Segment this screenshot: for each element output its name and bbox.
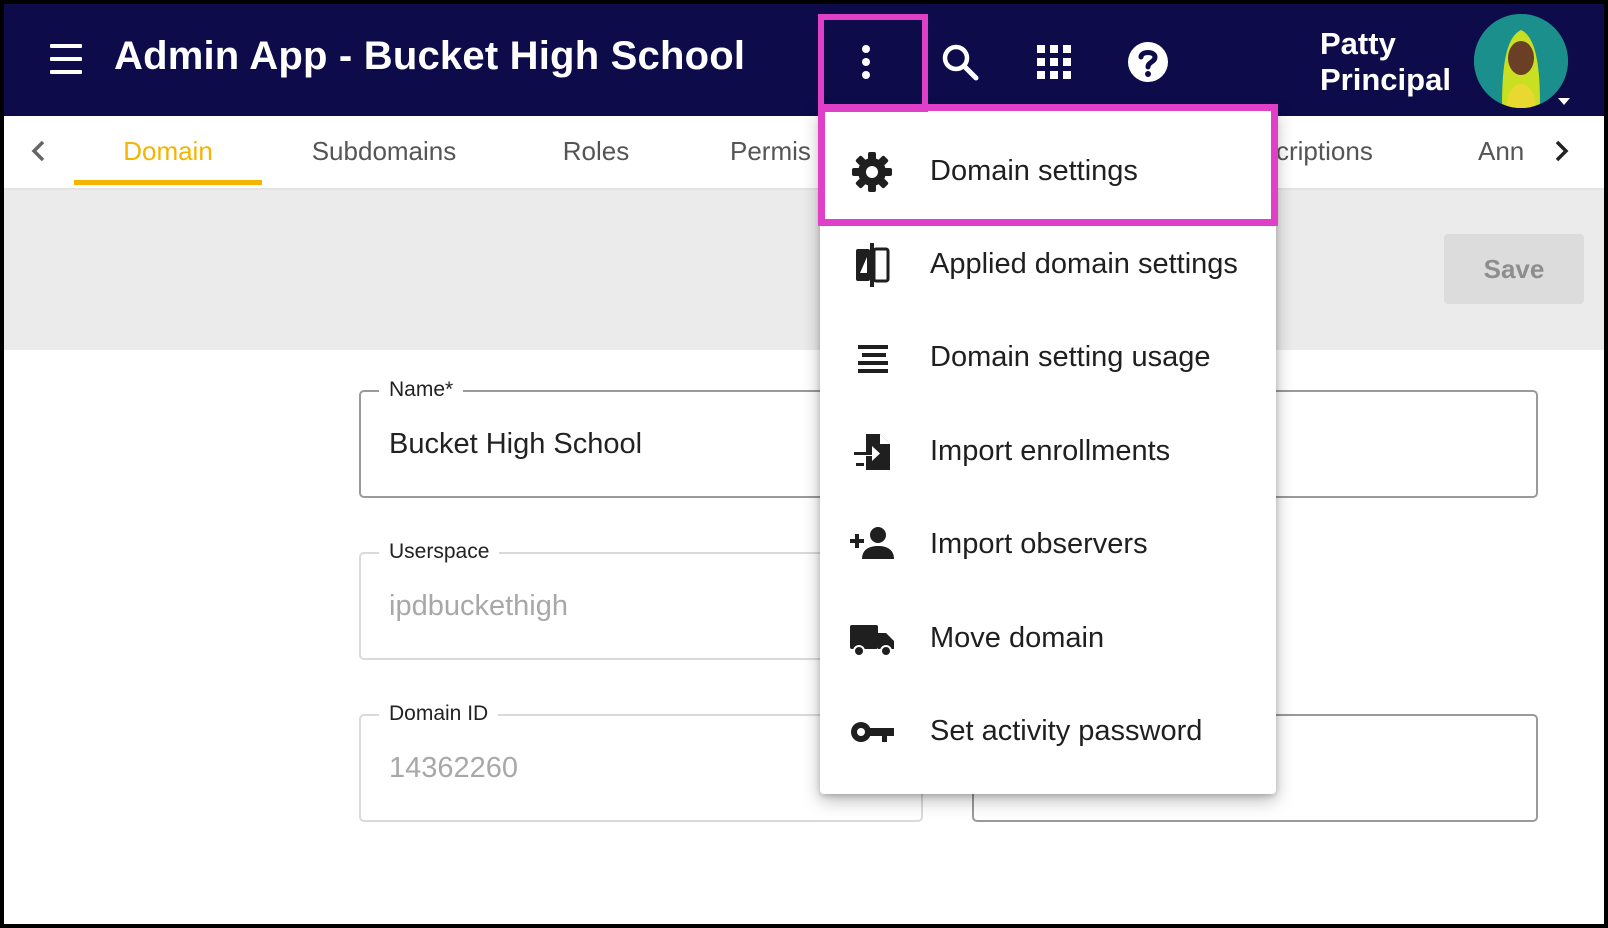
file-import-icon — [854, 434, 890, 470]
avatar[interactable] — [1474, 14, 1568, 108]
action-area: Save — [4, 190, 1604, 350]
tab-roles[interactable]: Roles — [544, 116, 648, 186]
avatar-dropdown-icon — [1558, 98, 1570, 105]
search-button[interactable] — [932, 34, 988, 90]
person-add-icon — [850, 527, 894, 559]
domain-id-field-value: 14362260 — [389, 752, 519, 784]
search-icon — [942, 44, 979, 81]
avatar-illustration-icon — [1474, 14, 1568, 108]
tab-permissions[interactable]: Permis — [730, 116, 830, 186]
tab-subscriptions[interactable]: criptions — [1276, 116, 1396, 186]
userspace-field-value: ipdbuckethigh — [389, 590, 568, 622]
menu-item-applied-domain-settings[interactable]: Applied domain settings — [820, 218, 1276, 311]
tab-bar: Domain Subdomains Roles Permis criptions… — [4, 116, 1604, 190]
tab-scroll-right-button[interactable] — [1546, 136, 1576, 166]
menu-item-label: Import enrollments — [930, 435, 1171, 467]
active-tab-indicator — [74, 180, 262, 185]
help-button[interactable] — [1120, 34, 1176, 90]
menu-item-label: Applied domain settings — [930, 248, 1238, 280]
menu-item-label: Import observers — [930, 528, 1148, 560]
user-first-name: Patty — [1320, 26, 1396, 61]
tab-announcements[interactable]: Ann — [1478, 116, 1528, 186]
truck-icon — [850, 625, 894, 657]
tab-scroll-left-button[interactable] — [24, 136, 54, 166]
save-button[interactable]: Save — [1444, 234, 1584, 304]
menu-item-set-activity-password[interactable]: Set activity password — [820, 685, 1276, 778]
domain-settings-highlight — [818, 104, 1278, 226]
name-field-label: Name* — [379, 378, 464, 402]
tab-domain[interactable]: Domain — [74, 116, 262, 186]
help-icon — [1128, 42, 1168, 82]
chevron-right-icon — [1555, 140, 1569, 162]
tab-subdomains[interactable]: Subdomains — [294, 116, 474, 186]
app-window: Admin App - Bucket High School Patty Pri… — [4, 4, 1604, 924]
menu-item-label: Set activity password — [930, 715, 1203, 747]
user-name[interactable]: Patty Principal — [1320, 26, 1451, 98]
name-field-value: Bucket High School — [389, 428, 643, 460]
hamburger-menu-icon[interactable] — [50, 44, 82, 74]
chevron-left-icon — [31, 140, 45, 162]
menu-item-label: Domain setting usage — [930, 341, 1211, 373]
app-bar: Admin App - Bucket High School Patty Pri… — [4, 4, 1604, 116]
compare-icon — [856, 243, 890, 287]
menu-item-import-enrollments[interactable]: Import enrollments — [820, 405, 1276, 498]
userspace-field-label: Userspace — [379, 540, 500, 564]
user-last-name: Principal — [1320, 62, 1451, 97]
menu-item-domain-setting-usage[interactable]: Domain setting usage — [820, 311, 1276, 404]
key-icon — [851, 722, 894, 742]
app-title: Admin App - Bucket High School — [114, 34, 746, 78]
menu-item-label: Move domain — [930, 622, 1105, 654]
more-button-highlight — [818, 14, 928, 112]
menu-item-move-domain[interactable]: Move domain — [820, 592, 1276, 685]
apps-grid-icon — [1037, 45, 1071, 79]
menu-item-import-observers[interactable]: Import observers — [820, 498, 1276, 591]
apps-button[interactable] — [1026, 34, 1082, 90]
domain-id-field-label: Domain ID — [379, 702, 499, 726]
lines-icon — [858, 345, 888, 373]
